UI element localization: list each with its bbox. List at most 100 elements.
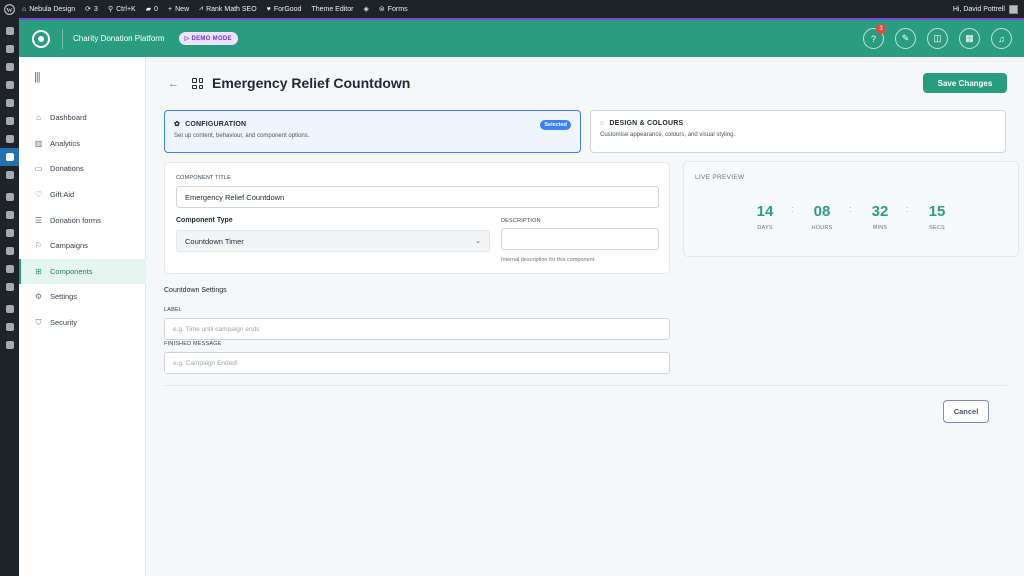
demo-mode-badge: ▷ DEMO MODE	[178, 32, 238, 45]
component-grid-icon	[192, 78, 203, 89]
wp-admin-bar: W ⌂ Nebula Design ⟳ 3 ⚲ Ctrl+K ▰ 0 + New ⩘ Ran…	[0, 0, 1024, 18]
nav-analytics[interactable]: ▥ Analytics	[19, 131, 146, 157]
nav-security[interactable]: ⛉ Security	[19, 310, 146, 336]
new-content-link[interactable]: + New	[168, 6, 189, 13]
wp-plugins-icon[interactable]	[0, 206, 19, 224]
description-label: DESCRIPTION	[501, 218, 541, 224]
tab-design-colours[interactable]: ◌ DESIGN & COLOURS Customise appearance, …	[590, 110, 1006, 153]
bell-icon: ♫	[998, 33, 1005, 44]
chart-icon: ▥	[34, 138, 43, 148]
notifications-button[interactable]: ♫	[991, 28, 1012, 49]
magic-wand-icon: ✎	[901, 33, 910, 43]
main-content: ← Emergency Relief Countdown Save Change…	[146, 57, 1024, 576]
nav-donations[interactable]: ▭ Donations	[19, 156, 146, 182]
wp-pages-icon[interactable]	[0, 94, 19, 112]
chevron-down-icon: ⌄	[475, 238, 481, 245]
account-menu[interactable]: Hi, David Pottrell	[953, 4, 1018, 14]
description-help: Internal description for this component	[501, 257, 595, 263]
description-input[interactable]	[501, 228, 659, 250]
component-title-label: COMPONENT TITLE	[176, 175, 232, 181]
wp-layout-icon[interactable]	[0, 300, 19, 318]
finished-message-input[interactable]: e.g. Campaign Ended!	[164, 352, 670, 374]
avatar	[1009, 4, 1018, 14]
wp-appearance-icon[interactable]	[0, 188, 19, 206]
collapse-sidebar-icon[interactable]: |||	[34, 71, 41, 83]
nav-dashboard[interactable]: ⌂ Dashboard	[19, 105, 146, 131]
plugin-nav: ⌂ Dashboard ▥ Analytics ▭ Donations ♡ Gift A…	[19, 105, 146, 335]
wp-users-icon[interactable]	[0, 242, 19, 260]
updates-link[interactable]: ⟳ 3	[85, 5, 98, 14]
map-button[interactable]: ▦	[959, 28, 980, 49]
wp-dashboard-icon[interactable]	[0, 22, 19, 40]
nav-components[interactable]: ⊞ Components	[19, 258, 146, 285]
plugin-logo-icon	[32, 29, 50, 48]
forgood-link[interactable]: ♥ ForGood	[267, 6, 302, 13]
tab-configuration[interactable]: ✿ CONFIGURATION Set up content, behaviour…	[164, 110, 581, 153]
label-field-label: LABEL	[164, 307, 183, 313]
magic-wand-button[interactable]: ✎	[895, 28, 916, 49]
live-preview-panel: LIVE PREVIEW 14 DAYS : 08 HOURS : 32 MINS :…	[683, 161, 1019, 257]
refresh-icon: ⟳	[85, 6, 92, 13]
component-type-label: Component Type	[176, 217, 233, 224]
wp-accessibility-icon[interactable]	[0, 224, 19, 242]
wordpress-logo-icon[interactable]: W	[0, 0, 18, 18]
rank-math-link[interactable]: ⩘ Rank Math SEO	[199, 5, 257, 13]
wp-comments-icon[interactable]	[0, 130, 19, 148]
package-button[interactable]: ◫	[927, 28, 948, 49]
comment-icon: ▰	[145, 6, 152, 13]
search-shortcut[interactable]: ⚲ Ctrl+K	[107, 5, 136, 14]
site-name-link[interactable]: ⌂ Nebula Design	[22, 6, 75, 13]
nav-gift-aid[interactable]: ♡ Gift Aid	[19, 182, 146, 208]
plugin-header: Charity Donation Platform ▷ DEMO MODE ? 3…	[19, 18, 1024, 57]
forms-link[interactable]: ⊜ Forms	[378, 5, 408, 14]
wp-seo-icon[interactable]	[0, 58, 19, 76]
finished-message-label: FINISHED MESSAGE	[164, 341, 222, 347]
wp-forgood-icon[interactable]	[0, 148, 19, 166]
save-changes-button[interactable]: Save Changes	[923, 73, 1007, 93]
help-button[interactable]: ? 3	[863, 24, 886, 49]
wp-settings-icon[interactable]	[0, 278, 19, 296]
wp-admin-menu	[0, 18, 19, 576]
wp-stats-icon[interactable]	[0, 166, 19, 184]
plugin-sidebar: ||| ⌂ Dashboard ▥ Analytics ▭ Donations ♡ Gi…	[19, 57, 146, 576]
box-icon: ◫	[933, 33, 942, 43]
wp-play-icon[interactable]	[0, 336, 19, 354]
gear-icon: ✿	[174, 121, 181, 128]
countdown-settings-title: Countdown Settings	[164, 287, 227, 294]
notification-badge: 3	[876, 24, 886, 34]
forms-icon: ⊜	[378, 6, 385, 13]
wp-media-icon[interactable]	[0, 76, 19, 94]
countdown-hours: 08 HOURS	[811, 203, 833, 231]
diamond-icon: ◈	[363, 6, 369, 13]
wp-posts-icon[interactable]	[0, 40, 19, 58]
footer-divider	[164, 385, 1007, 386]
countdown-secs: 15 SECS	[928, 203, 946, 231]
map-icon: ▦	[965, 33, 974, 43]
component-form-card: COMPONENT TITLE Emergency Relief Countdo…	[164, 162, 670, 274]
back-arrow-icon[interactable]: ←	[168, 78, 179, 90]
rank-math-icon: ⩘	[199, 5, 204, 12]
nav-campaigns[interactable]: ⚐ Campaigns	[19, 233, 146, 259]
component-type-select[interactable]: Countdown Timer ⌄	[176, 230, 490, 252]
cancel-button[interactable]: Cancel	[943, 400, 989, 423]
comments-link[interactable]: ▰ 0	[145, 5, 158, 14]
diamond-link[interactable]: ◈	[363, 5, 368, 13]
countdown-days: 14 DAYS	[756, 203, 774, 231]
wp-tools-icon[interactable]	[0, 260, 19, 278]
theme-editor-link[interactable]: Theme Editor	[311, 6, 353, 13]
nav-donation-forms[interactable]: ☰ Donation forms	[19, 207, 146, 233]
wp-folder-icon[interactable]	[0, 112, 19, 130]
page-title: Emergency Relief Countdown	[212, 75, 411, 91]
svg-text:W: W	[6, 6, 13, 13]
palette-icon: ◌	[600, 120, 605, 127]
countdown-label-input[interactable]: e.g. Time until campaign ends	[164, 318, 670, 340]
wp-diamond-icon[interactable]	[0, 318, 19, 336]
search-icon: ⚲	[107, 6, 114, 13]
selected-badge: Selected	[540, 120, 571, 130]
plus-icon: +	[168, 5, 173, 13]
component-title-input[interactable]: Emergency Relief Countdown	[176, 186, 659, 208]
live-preview-title: LIVE PREVIEW	[695, 174, 745, 181]
grid-icon: ⊞	[35, 266, 42, 276]
nav-settings[interactable]: ⚙ Settings	[19, 284, 146, 310]
countdown-mins: 32 MINS	[871, 203, 889, 231]
